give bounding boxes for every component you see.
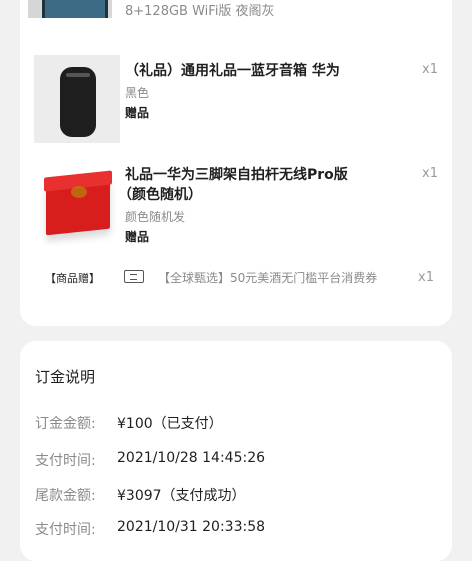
deposit-amount-label: 订金金额: [35, 416, 96, 432]
gift-row-label: 【商品赠】 [45, 272, 100, 285]
product-spec: 黑色 [125, 86, 150, 100]
balance-time-label: 支付时间: [35, 522, 96, 538]
product-spec: 颜色随机发 [125, 210, 186, 224]
balance-amount-value: ¥3097（支付成功） [117, 488, 246, 504]
product-title-line1[interactable]: 礼品一华为三脚架自拍杆无线Pro版 [125, 164, 348, 184]
deposit-title: 订金说明 [35, 368, 96, 386]
coupon-text[interactable]: 【全球甄选】50元美酒无门槛平台消费券 [158, 268, 408, 288]
deposit-time-label: 支付时间: [35, 453, 96, 469]
bluetooth-speaker-image[interactable] [34, 55, 120, 143]
product-quantity: x1 [422, 166, 438, 181]
coupon-quantity: x1 [418, 270, 434, 285]
gift-tag: 赠品 [125, 106, 150, 120]
gift-tag: 赠品 [125, 230, 150, 244]
tablet-image[interactable] [28, 0, 112, 18]
product-title[interactable]: （礼品）通用礼品一蓝牙音箱 华为 [125, 60, 340, 80]
deposit-time-value: 2021/10/28 14:45:26 [117, 450, 266, 466]
product-quantity: x1 [422, 62, 438, 77]
product-spec: 8+128GB WiFi版 夜阁灰 [125, 4, 275, 19]
balance-amount-label: 尾款金额: [35, 488, 96, 504]
balance-time-value: 2021/10/31 20:33:58 [117, 519, 266, 535]
product-title-line2[interactable]: （颜色随机） [118, 184, 202, 204]
deposit-amount-value: ¥100（已支付） [117, 416, 223, 432]
red-gift-box-image[interactable] [36, 162, 122, 246]
coupon-icon [124, 270, 144, 283]
